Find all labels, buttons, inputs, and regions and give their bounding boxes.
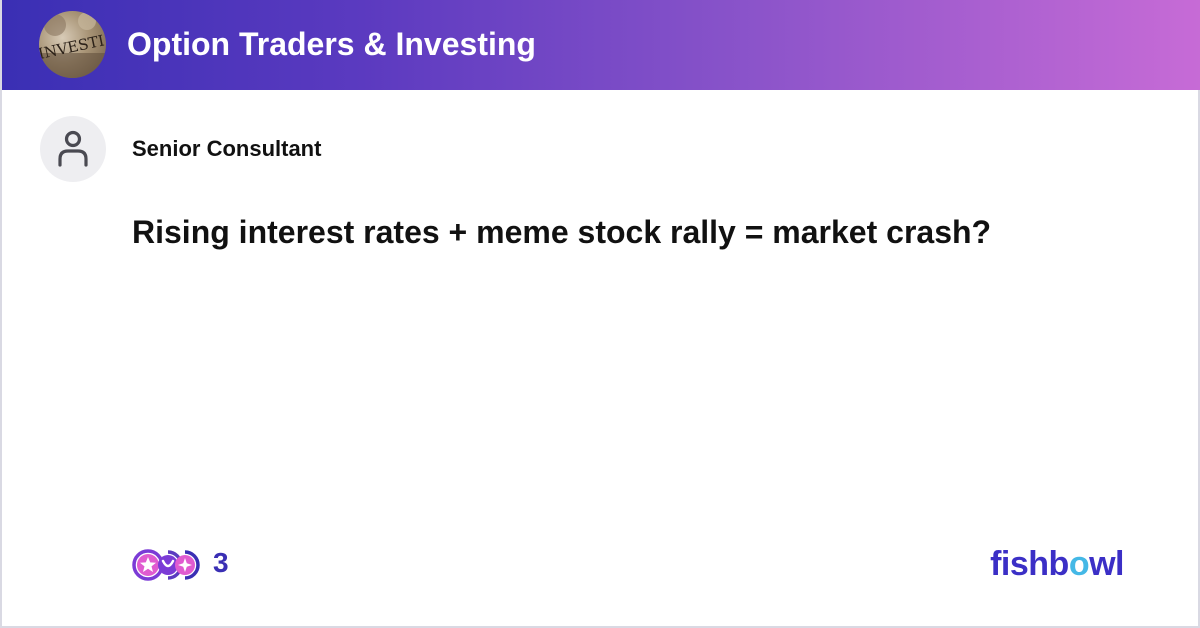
user-avatar	[40, 116, 106, 182]
post-title[interactable]: Rising interest rates + meme stock rally…	[132, 214, 991, 251]
reaction-icons[interactable]	[132, 549, 200, 581]
brand-text-end: wl	[1089, 545, 1124, 583]
post-card: INVESTI Option Traders & Investing Senio…	[0, 0, 1200, 628]
reaction-count: 3	[213, 547, 229, 578]
group-title[interactable]: Option Traders & Investing	[127, 20, 536, 68]
brand-text-accent: o	[1068, 545, 1090, 583]
author-name: Senior Consultant	[132, 136, 322, 161]
person-icon	[58, 130, 88, 167]
star-reaction-icon	[132, 549, 164, 581]
group-avatar-image: INVESTI	[39, 12, 106, 78]
group-header: INVESTI Option Traders & Investing	[2, 0, 1200, 90]
fishbowl-logo[interactable]: fishbowl	[990, 545, 1124, 584]
group-avatar[interactable]: INVESTI	[39, 11, 106, 78]
brand-text-start: fishb	[990, 545, 1069, 583]
